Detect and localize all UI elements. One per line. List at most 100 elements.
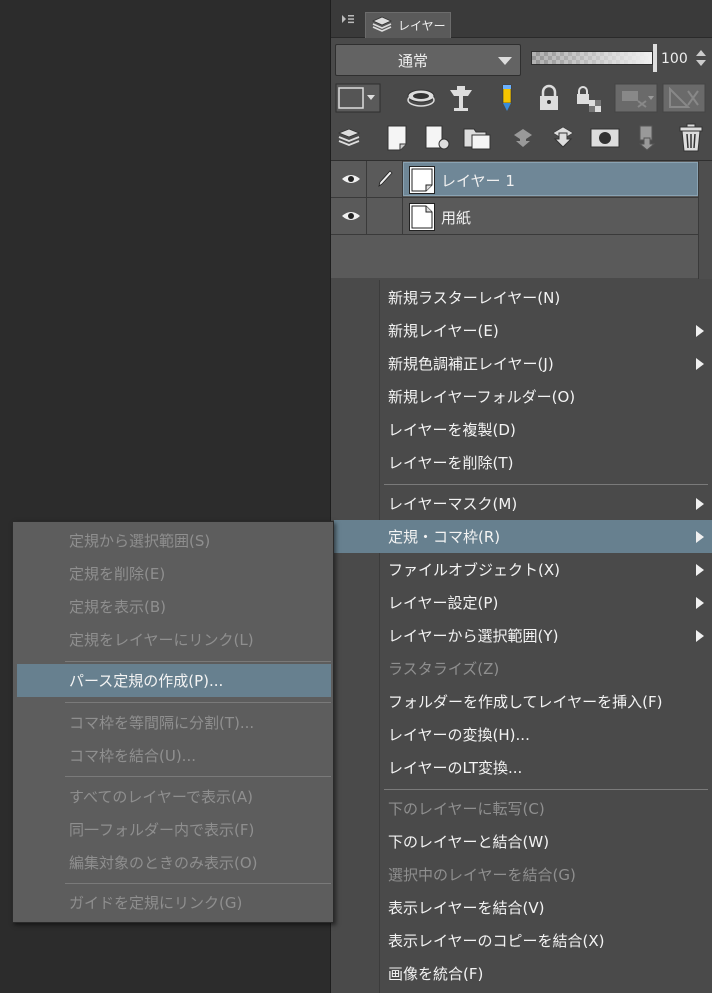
menu-separator (384, 484, 708, 485)
menu-item-label: 定規を削除(E) (69, 565, 166, 583)
menu-item-layer-settings[interactable]: レイヤー設定(P) (380, 586, 712, 619)
submenu-item-show-when-editing[interactable]: 編集対象のときのみ表示(O) (17, 846, 331, 879)
tab-layer[interactable]: レイヤー (365, 12, 451, 38)
menu-item-label: レイヤー設定(P) (388, 594, 499, 612)
menu-item-flatten-image[interactable]: 画像を統合(F) (380, 957, 712, 990)
transfer-down-icon[interactable] (505, 120, 541, 156)
menu-gutter (334, 280, 380, 993)
paper-thumbnail (409, 203, 435, 231)
menu-item-new-correction-layer[interactable]: 新規色調補正レイヤー(J) (380, 347, 712, 380)
apply-mask-icon[interactable] (629, 120, 665, 156)
menu-item-label: フォルダーを作成してレイヤーを挿入(F) (388, 693, 663, 711)
menu-item-label: レイヤーから選択範囲(Y) (388, 627, 559, 645)
menu-separator (65, 883, 331, 884)
submenu-item-divide-frame-evenly[interactable]: コマ枠を等間隔に分割(T)... (17, 706, 331, 739)
pen-icon[interactable] (367, 161, 403, 197)
submenu-item-link-guide-to-ruler[interactable]: ガイドを定規にリンク(G) (17, 886, 331, 919)
menu-item-label: 定規・コマ枠(R) (388, 528, 501, 546)
menu-item-create-folder-insert[interactable]: フォルダーを作成してレイヤーを挿入(F) (380, 685, 712, 718)
layer-row[interactable]: レイヤー 1 (331, 161, 712, 197)
lock-transparency-icon[interactable] (571, 80, 607, 116)
submenu-item-show-ruler[interactable]: 定規を表示(B) (17, 590, 331, 623)
reference-layer-icon[interactable] (443, 80, 479, 116)
opacity-slider[interactable] (531, 51, 653, 65)
menu-item-merge-lower[interactable]: 下のレイヤーと結合(W) (380, 825, 712, 858)
menu-item-delete-layer[interactable]: レイヤーを削除(T) (380, 446, 712, 479)
submenu-item-delete-ruler[interactable]: 定規を削除(E) (17, 557, 331, 590)
submenu-item-merge-frames[interactable]: コマ枠を結合(U)... (17, 739, 331, 772)
menu-item-merge-selected[interactable]: 選択中のレイヤーを結合(G) (380, 858, 712, 891)
menu-item-lt-conversion[interactable]: レイヤーのLT変換... (380, 751, 712, 784)
create-mask-icon[interactable] (587, 120, 623, 156)
opacity-value[interactable]: 100 (661, 51, 688, 67)
menu-item-label: 表示レイヤーのコピーを結合(X) (388, 932, 605, 950)
layer-list: レイヤー 1 用紙 (331, 160, 712, 279)
menu-item-merge-visible-copy[interactable]: 表示レイヤーのコピーを結合(X) (380, 924, 712, 957)
menu-item-label: すべてのレイヤーで表示(A) (69, 788, 253, 806)
menu-item-new-layer-folder[interactable]: 新規レイヤーフォルダー(O) (380, 380, 712, 413)
chevron-right-icon (696, 325, 704, 337)
menu-item-new-layer[interactable]: 新規レイヤー(E) (380, 314, 712, 347)
delete-layer-icon[interactable] (673, 120, 709, 156)
menu-item-selection-from-layer[interactable]: レイヤーから選択範囲(Y) (380, 619, 712, 652)
menu-item-label: 定規から選択範囲(S) (69, 532, 211, 550)
layer-list-scroll-area[interactable] (698, 161, 712, 279)
chevron-right-icon (696, 498, 704, 510)
new-raster-layer-icon[interactable] (379, 120, 415, 156)
submenu-item-show-in-same-folder[interactable]: 同一フォルダー内で表示(F) (17, 813, 331, 846)
chevron-right-icon (696, 597, 704, 609)
blend-mode-value: 通常 (398, 51, 429, 70)
spin-down-icon[interactable] (696, 60, 706, 66)
new-folder-icon[interactable] (459, 120, 495, 156)
chevron-right-icon (696, 358, 704, 370)
submenu-item-show-in-all-layers[interactable]: すべてのレイヤーで表示(A) (17, 780, 331, 813)
merge-down-icon[interactable] (545, 120, 581, 156)
ruler-display-icon[interactable] (661, 80, 707, 116)
row-divider (331, 234, 712, 235)
menu-item-ruler-frame[interactable]: 定規・コマ枠(R) (334, 520, 712, 553)
spin-up-icon[interactable] (696, 50, 706, 56)
menu-item-label: レイヤーマスク(M) (388, 495, 518, 513)
menu-item-convert-layer[interactable]: レイヤーの変換(H)... (380, 718, 712, 751)
menu-item-layer-mask[interactable]: レイヤーマスク(M) (380, 487, 712, 520)
draft-layer-icon[interactable] (489, 80, 525, 116)
menu-item-file-object[interactable]: ファイルオブジェクト(X) (380, 553, 712, 586)
panel-menu-icon[interactable] (341, 12, 355, 26)
menu-item-transfer-to-lower[interactable]: 下のレイヤーに転写(C) (380, 792, 712, 825)
tab-layer-label: レイヤー (398, 19, 446, 33)
eye-icon[interactable] (335, 161, 367, 197)
eye-icon[interactable] (335, 198, 367, 234)
menu-item-label: レイヤーを複製(D) (388, 421, 516, 439)
menu-separator (65, 702, 331, 703)
menu-item-label: 新規色調補正レイヤー(J) (388, 355, 554, 373)
menu-item-new-raster-layer[interactable]: 新規ラスターレイヤー(N) (380, 281, 712, 314)
menu-item-label: レイヤーを削除(T) (388, 454, 514, 472)
layer-properties-icon[interactable] (331, 120, 367, 156)
menu-item-duplicate-layer[interactable]: レイヤーを複製(D) (380, 413, 712, 446)
submenu-item-selection-from-ruler[interactable]: 定規から選択範囲(S) (17, 524, 331, 557)
mask-enable-icon[interactable] (613, 80, 659, 116)
layer-color-button[interactable] (333, 80, 383, 116)
menu-item-merge-visible[interactable]: 表示レイヤーを結合(V) (380, 891, 712, 924)
menu-item-label: 表示レイヤーを結合(V) (388, 899, 545, 917)
menu-item-rasterize[interactable]: ラスタライズ(Z) (380, 652, 712, 685)
submenu-item-link-ruler-to-layer[interactable]: 定規をレイヤーにリンク(L) (17, 623, 331, 656)
blend-mode-select[interactable]: 通常 (335, 44, 521, 76)
lock-layer-icon[interactable] (531, 80, 567, 116)
menu-item-label: 編集対象のときのみ表示(O) (69, 854, 258, 872)
layer-edit-slot[interactable] (367, 198, 403, 234)
submenu-item-create-perspective-ruler[interactable]: パース定規の作成(P)... (17, 664, 331, 697)
layer-row[interactable]: 用紙 (331, 198, 712, 234)
menu-item-label: レイヤーの変換(H)... (388, 726, 530, 744)
menu-item-label: 新規レイヤー(E) (388, 322, 499, 340)
new-vector-layer-icon[interactable] (419, 120, 455, 156)
menu-item-label: パース定規の作成(P)... (69, 672, 224, 690)
menu-separator (65, 661, 331, 662)
menu-item-label: 新規レイヤーフォルダー(O) (388, 388, 576, 406)
opacity-slider-fill (532, 52, 652, 64)
opacity-slider-handle[interactable] (653, 44, 657, 72)
opacity-spinner[interactable] (695, 50, 707, 68)
layer-name: 用紙 (441, 209, 472, 227)
menu-item-label: ガイドを定規にリンク(G) (69, 894, 243, 912)
clip-layer-icon[interactable] (403, 80, 439, 116)
